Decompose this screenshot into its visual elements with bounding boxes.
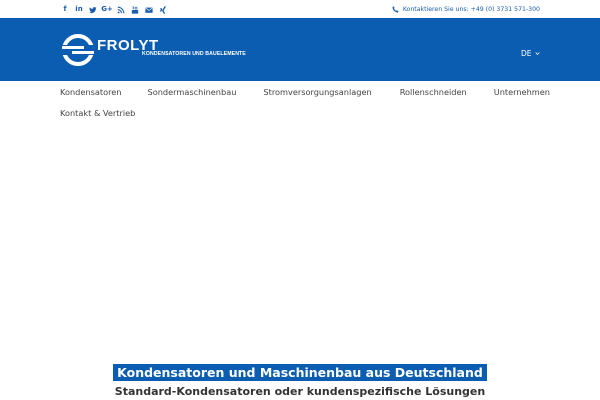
social-links: f in G+ [60, 4, 168, 15]
hero-title: Kondensatoren und Maschinenbau aus Deuts… [113, 364, 487, 381]
youtube-icon[interactable] [130, 4, 140, 15]
nav-item-rollenschneiden[interactable]: Rollenschneiden [400, 87, 467, 97]
hero-subtitle: Standard-Kondensatoren oder kundenspezif… [111, 384, 489, 399]
contact-text: Kontaktieren Sie uns: +49 (0) 3731 571-3… [402, 6, 540, 13]
email-icon[interactable] [144, 4, 154, 15]
logo[interactable]: FROLYT [60, 32, 159, 68]
brand-tagline: KONDENSATOREN UND BAUELEMENTE [142, 51, 246, 57]
twitter-icon[interactable] [88, 4, 98, 15]
chevron-down-icon [534, 52, 540, 55]
nav-row: Kontakt & Vertrieb [60, 102, 540, 123]
contact-info[interactable]: Kontaktieren Sie uns: +49 (0) 3731 571-3… [392, 4, 540, 15]
xing-icon[interactable] [158, 4, 168, 15]
frolyt-logo-icon [60, 34, 96, 66]
nav-item-kontakt-vertrieb[interactable]: Kontakt & Vertrieb [60, 108, 135, 118]
nav-item-kondensatoren[interactable]: Kondensatoren [60, 87, 122, 97]
main-navigation: Kondensatoren Sondermaschinenbau Stromve… [60, 81, 550, 123]
site-header: FROLYT KONDENSATOREN UND BAUELEMENTE DE [0, 18, 600, 81]
facebook-icon[interactable]: f [60, 4, 70, 15]
nav-item-sondermaschinenbau[interactable]: Sondermaschinenbau [148, 87, 237, 97]
phone-icon [392, 6, 399, 13]
language-selector[interactable]: DE [521, 49, 540, 58]
hero-title-wrap: Kondensatoren und Maschinenbau aus Deuts… [0, 364, 600, 381]
nav-item-stromversorgungsanlagen[interactable]: Stromversorgungsanlagen [263, 87, 371, 97]
hero-subtitle-wrap: Standard-Kondensatoren oder kundenspezif… [0, 384, 600, 399]
language-label: DE [521, 49, 532, 58]
nav-row: Kondensatoren Sondermaschinenbau Stromve… [60, 81, 550, 102]
nav-item-unternehmen[interactable]: Unternehmen [494, 87, 550, 97]
top-bar: f in G+ Kontaktieren Sie uns: +49 (0) 37… [0, 0, 600, 18]
google-plus-icon[interactable]: G+ [101, 4, 113, 15]
rss-icon[interactable] [116, 4, 126, 15]
linkedin-icon[interactable]: in [74, 4, 84, 15]
